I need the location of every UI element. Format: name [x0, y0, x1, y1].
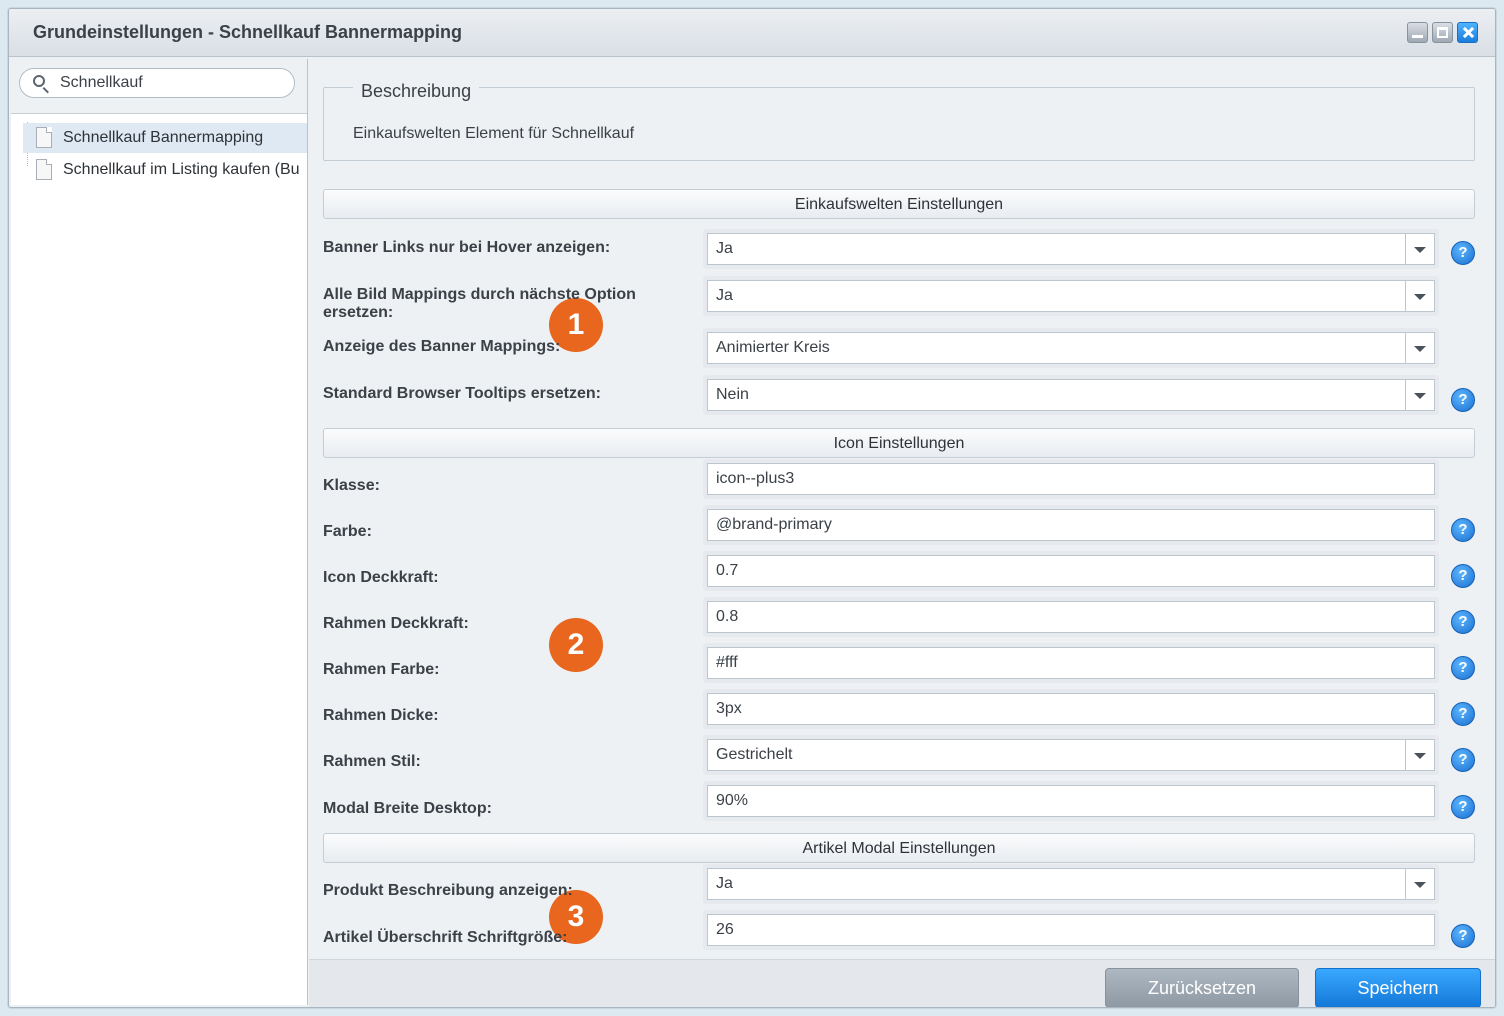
help-icon[interactable]: ? [1451, 924, 1475, 948]
document-icon [36, 159, 52, 180]
input-rahmen-deckkraft[interactable]: 0.8 [703, 597, 1439, 637]
select-banner-links-hover[interactable]: Ja [703, 229, 1439, 269]
reset-button[interactable]: Zurücksetzen [1105, 968, 1299, 1007]
close-button[interactable] [1457, 22, 1478, 43]
chevron-down-icon[interactable] [1405, 869, 1434, 899]
select-value: Animierter Kreis [716, 339, 830, 356]
field-label-rahmen-dicke: Rahmen Dicke: [323, 707, 439, 724]
select-value: Nein [716, 386, 749, 403]
input-rahmen-dicke[interactable]: 3px [703, 689, 1439, 729]
settings-window: Grundeinstellungen - Schnellkauf Bannerm… [8, 8, 1496, 1008]
input-value[interactable]: 3px [707, 693, 1435, 725]
input-value[interactable]: 0.8 [707, 601, 1435, 633]
window-title: Grundeinstellungen - Schnellkauf Bannerm… [33, 22, 463, 42]
sidebar: Schnellkauf Bannermapping Schnellkauf im… [11, 59, 308, 1005]
field-label-produkt-beschreibung: Produkt Beschreibung anzeigen: [323, 882, 573, 899]
help-icon[interactable]: ? [1451, 702, 1475, 726]
select-alle-bild-mappings[interactable]: Ja [703, 276, 1439, 316]
select-standard-tooltips[interactable]: Nein [703, 375, 1439, 415]
field-label-rahmen-farbe: Rahmen Farbe: [323, 661, 440, 678]
sidebar-item-label: Schnellkauf Bannermapping [63, 129, 264, 146]
help-icon[interactable]: ? [1451, 656, 1475, 680]
help-icon[interactable]: ? [1451, 795, 1475, 819]
field-label-anzeige-banner-mappings: Anzeige des Banner Mappings: [323, 338, 561, 355]
document-icon [36, 127, 52, 148]
section-header-artikel-modal: Artikel Modal Einstellungen [323, 833, 1475, 863]
input-value[interactable]: 0.7 [707, 555, 1435, 587]
select-produkt-beschreibung[interactable]: Ja [703, 864, 1439, 904]
help-icon[interactable]: ? [1451, 241, 1475, 265]
field-label-banner-links-hover: Banner Links nur bei Hover anzeigen: [323, 239, 611, 256]
title-bar: Grundeinstellungen - Schnellkauf Bannerm… [9, 9, 1495, 57]
input-artikel-ueberschrift[interactable]: 26 [703, 910, 1439, 950]
select-anzeige-banner-mappings[interactable]: Animierter Kreis [703, 328, 1439, 368]
save-button[interactable]: Speichern [1315, 968, 1481, 1007]
field-label-alle-bild-mappings: Alle Bild Mappings durch nächste Option … [323, 286, 636, 321]
help-icon[interactable]: ? [1451, 610, 1475, 634]
select-value: Ja [716, 240, 733, 257]
input-value[interactable]: @brand-primary [707, 509, 1435, 541]
input-value[interactable]: 26 [707, 914, 1435, 946]
sidebar-item-schnellkauf-listing[interactable]: Schnellkauf im Listing kaufen (Bu [23, 155, 307, 185]
input-modal-breite-desktop[interactable]: 90% [703, 781, 1439, 821]
select-value: Ja [716, 287, 733, 304]
field-label-klasse: Klasse: [323, 477, 380, 494]
chevron-down-icon[interactable] [1405, 234, 1434, 264]
field-label-farbe: Farbe: [323, 523, 372, 540]
search-icon [33, 75, 45, 87]
field-label-rahmen-deckkraft: Rahmen Deckkraft: [323, 615, 469, 632]
chevron-down-icon[interactable] [1405, 333, 1434, 363]
chevron-down-icon[interactable] [1405, 740, 1434, 770]
select-rahmen-stil[interactable]: Gestrichelt [703, 735, 1439, 775]
field-label-rahmen-stil: Rahmen Stil: [323, 753, 421, 770]
field-label-standard-tooltips: Standard Browser Tooltips ersetzen: [323, 385, 601, 402]
input-value[interactable]: icon--plus3 [707, 463, 1435, 495]
section-header-einkaufswelten: Einkaufswelten Einstellungen [323, 189, 1475, 219]
select-value: Gestrichelt [716, 746, 793, 763]
sidebar-search-area [11, 59, 307, 114]
input-klasse[interactable]: icon--plus3 [703, 459, 1439, 499]
field-label-modal-breite-desktop: Modal Breite Desktop: [323, 800, 492, 817]
search-box[interactable] [19, 68, 295, 98]
maximize-button[interactable] [1432, 22, 1453, 43]
footer-toolbar: Zurücksetzen Speichern [309, 959, 1495, 1007]
field-label-artikel-ueberschrift: Artikel Überschrift Schriftgröße: [323, 929, 568, 946]
select-value: Ja [716, 875, 733, 892]
description-text: Einkaufswelten Element für Schnellkauf [353, 125, 635, 142]
field-label-icon-deckkraft: Icon Deckkraft: [323, 569, 439, 586]
sidebar-item-label: Schnellkauf im Listing kaufen (Bu [63, 161, 300, 178]
help-icon[interactable]: ? [1451, 748, 1475, 772]
help-icon[interactable]: ? [1451, 564, 1475, 588]
section-header-icon: Icon Einstellungen [323, 428, 1475, 458]
main-panel: Beschreibung Einkaufswelten Element für … [309, 57, 1495, 1007]
input-value[interactable]: 90% [707, 785, 1435, 817]
input-farbe[interactable]: @brand-primary [703, 505, 1439, 545]
input-icon-deckkraft[interactable]: 0.7 [703, 551, 1439, 591]
input-value[interactable]: #fff [707, 647, 1435, 679]
minimize-button[interactable] [1407, 22, 1428, 43]
description-legend: Beschreibung [353, 81, 480, 102]
search-input[interactable] [60, 73, 280, 93]
input-rahmen-farbe[interactable]: #fff [703, 643, 1439, 683]
chevron-down-icon[interactable] [1405, 380, 1434, 410]
help-icon[interactable]: ? [1451, 388, 1475, 412]
sidebar-item-schnellkauf-bannermapping[interactable]: Schnellkauf Bannermapping [23, 123, 307, 153]
help-icon[interactable]: ? [1451, 518, 1475, 542]
chevron-down-icon[interactable] [1405, 281, 1434, 311]
description-fieldset [323, 87, 1475, 161]
